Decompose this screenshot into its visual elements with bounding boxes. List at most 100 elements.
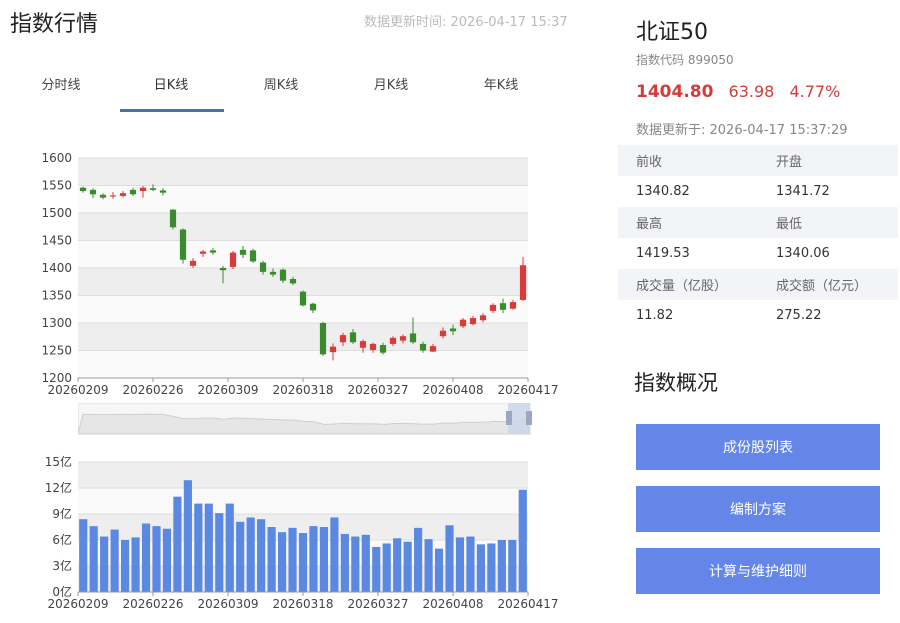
kline-chart[interactable]: 1600155015001450140013501300125012002026…: [0, 140, 610, 400]
volume-bar[interactable]: [382, 543, 391, 592]
candle[interactable]: [319, 321, 327, 356]
volume-bar[interactable]: [100, 536, 109, 592]
stat-label-open: 开盘: [776, 155, 803, 170]
grid-band: [78, 350, 528, 378]
stats-value-row: 11.82 275.22: [618, 300, 898, 331]
x-tick-label: 20260327: [347, 597, 408, 611]
update-time-label: 数据更新时间: 2026-04-17 15:37: [364, 15, 568, 30]
candle-body: [99, 194, 107, 198]
candle-body: [499, 303, 507, 310]
y-tick-label: 15亿: [45, 454, 72, 469]
candle-body: [189, 260, 197, 266]
y-tick-label: 1550: [41, 179, 72, 193]
volume-bar[interactable]: [361, 534, 370, 592]
volume-bar[interactable]: [476, 544, 485, 592]
candle[interactable]: [229, 250, 237, 270]
candle-body: [109, 195, 117, 197]
volume-bar[interactable]: [173, 496, 182, 592]
volume-bar[interactable]: [141, 523, 151, 592]
candle-body: [139, 187, 147, 191]
x-tick-label: 20260226: [122, 383, 183, 397]
candle-body: [179, 229, 187, 260]
volume-bar[interactable]: [445, 525, 454, 592]
volume-bar[interactable]: [215, 513, 224, 592]
volume-bar[interactable]: [121, 540, 130, 592]
candle-body: [419, 343, 427, 351]
volume-bar[interactable]: [466, 536, 475, 592]
datazoom-right-handle[interactable]: [526, 411, 532, 425]
candle-body: [209, 250, 217, 253]
tab-intraday[interactable]: 分时线: [6, 74, 116, 93]
volume-bar[interactable]: [434, 548, 444, 592]
tab-monthly-k[interactable]: 月K线: [336, 74, 446, 93]
volume-bar[interactable]: [183, 480, 192, 592]
stats-label-row: 前收 开盘: [618, 145, 898, 176]
volume-bar[interactable]: [89, 526, 98, 592]
candle[interactable]: [249, 248, 257, 264]
volume-bar[interactable]: [340, 533, 349, 592]
candle-body: [509, 302, 517, 309]
volume-bar[interactable]: [225, 503, 234, 592]
candle-body: [319, 323, 327, 355]
volume-bar[interactable]: [194, 503, 203, 592]
volume-bar[interactable]: [487, 543, 496, 592]
candle[interactable]: [299, 290, 307, 307]
volume-bar[interactable]: [508, 540, 517, 592]
candle-body: [349, 332, 357, 343]
volume-bar[interactable]: [204, 503, 213, 592]
active-tab-indicator: [120, 109, 224, 112]
volume-bar[interactable]: [424, 539, 433, 592]
volume-bar[interactable]: [246, 517, 255, 592]
volume-bar[interactable]: [267, 527, 276, 592]
volume-bar[interactable]: [79, 519, 88, 592]
datazoom-left-handle[interactable]: [506, 411, 512, 425]
candle-body: [409, 333, 417, 343]
candle-body: [239, 249, 247, 255]
volume-chart[interactable]: 15亿12亿9亿6亿3亿0亿20260209 20260226 20260309 20…: [0, 450, 610, 620]
volume-bar[interactable]: [131, 537, 140, 592]
volume-bar[interactable]: [455, 537, 465, 592]
volume-bar[interactable]: [393, 538, 402, 592]
volume-bar[interactable]: [351, 536, 360, 592]
volume-bar[interactable]: [110, 529, 119, 592]
volume-bar[interactable]: [497, 540, 506, 592]
methodology-button[interactable]: 编制方案: [636, 486, 880, 532]
x-tick-label: 20260226: [122, 597, 183, 611]
grid-band: [78, 462, 528, 488]
volume-bar[interactable]: [309, 526, 318, 592]
volume-bar[interactable]: [162, 528, 172, 592]
volume-bar[interactable]: [319, 527, 329, 592]
volume-bar[interactable]: [236, 521, 245, 592]
volume-bar[interactable]: [330, 517, 339, 592]
x-tick-label: 20260318: [272, 597, 333, 611]
candle[interactable]: [179, 228, 187, 264]
volume-bar[interactable]: [288, 527, 297, 592]
candle-body: [329, 346, 337, 353]
y-tick-label: 1300: [41, 316, 72, 330]
datazoom-slider[interactable]: [78, 403, 534, 437]
calculation-rules-button[interactable]: 计算与维护细则: [636, 548, 880, 594]
x-tick-label: 20260417: [497, 383, 558, 397]
stat-value-turnover: 275.22: [776, 308, 822, 323]
candle-body: [259, 262, 267, 272]
candle-body: [369, 343, 377, 350]
grid-band: [78, 213, 528, 241]
candle[interactable]: [169, 209, 177, 230]
x-tick-label: 20260309: [197, 597, 258, 611]
grid-band: [78, 488, 528, 514]
tab-daily-k[interactable]: 日K线: [116, 74, 226, 93]
constituents-list-button[interactable]: 成份股列表: [636, 424, 880, 470]
stat-label-volume: 成交量（亿股）: [636, 279, 728, 294]
volume-bar[interactable]: [277, 532, 287, 592]
candle-body: [149, 188, 157, 190]
volume-bar[interactable]: [518, 489, 527, 592]
tab-yearly-k[interactable]: 年K线: [446, 74, 556, 93]
volume-bar[interactable]: [257, 519, 266, 592]
volume-bar[interactable]: [372, 546, 381, 592]
volume-bar[interactable]: [298, 533, 308, 592]
volume-bar[interactable]: [152, 526, 161, 592]
tab-weekly-k[interactable]: 周K线: [226, 74, 336, 93]
volume-bar[interactable]: [403, 541, 412, 592]
volume-bar[interactable]: [414, 527, 423, 592]
y-tick-label: 1500: [41, 206, 72, 220]
